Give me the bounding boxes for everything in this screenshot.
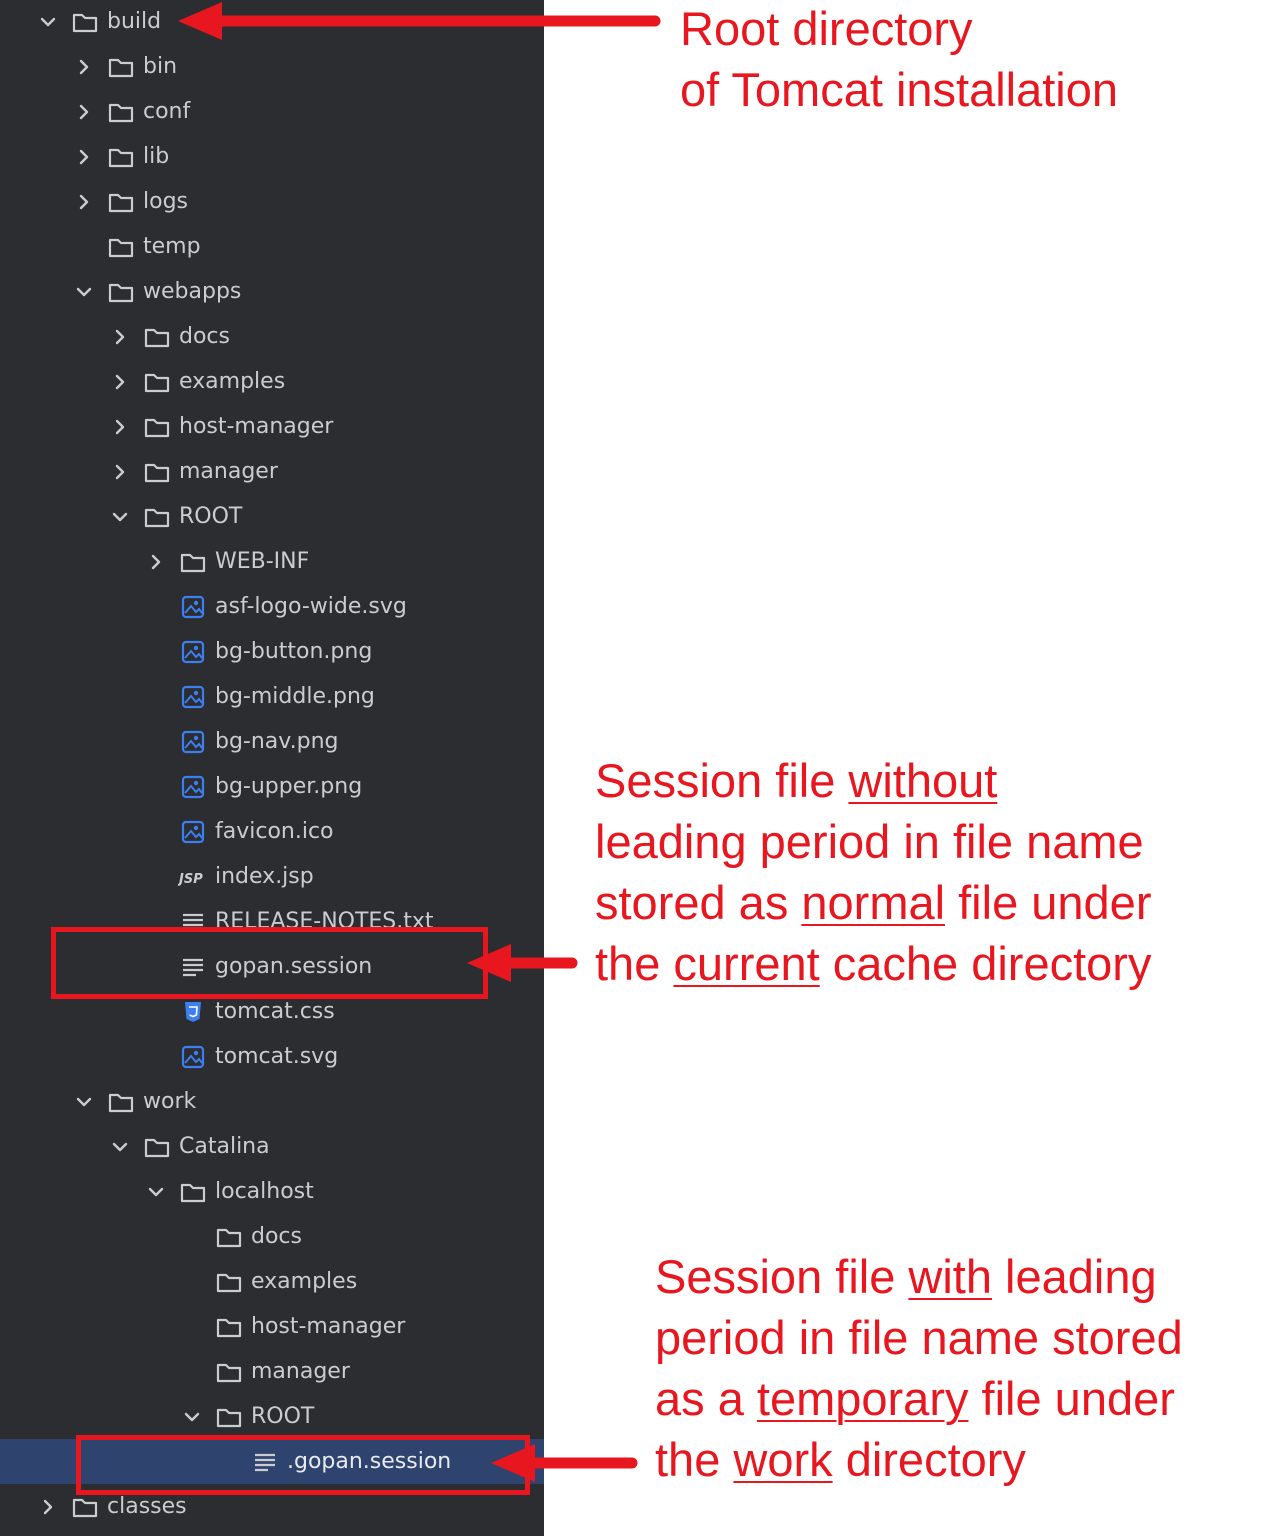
annotation-text: as a [655, 1372, 757, 1425]
arrow-to-dot-gopan-session [491, 1444, 638, 1482]
annotation-text: leading [992, 1250, 1157, 1303]
annotation-emphasis: with [908, 1250, 992, 1303]
annotation-text: Root directory [680, 2, 973, 55]
annotation-text: file under [945, 876, 1152, 929]
annotation-line: leading period in file name [595, 811, 1151, 872]
annotation-emphasis: current [673, 937, 820, 990]
annotation-line: as a temporary file under [655, 1368, 1183, 1429]
annotation-text: the [595, 937, 674, 990]
annotation-line: Root directory [680, 0, 1118, 59]
annotation-line: stored as normal file under [595, 872, 1151, 933]
annotation-emphasis: work [733, 1433, 833, 1486]
annotation-line: period in file name stored [655, 1307, 1183, 1368]
annotation-text: Session file [595, 754, 849, 807]
annotation-text: Session file [655, 1250, 909, 1303]
arrow-to-build [178, 2, 661, 40]
annotation-text: the [655, 1433, 734, 1486]
annotation-emphasis: temporary [756, 1372, 969, 1425]
annotation-text: leading period in file name [595, 815, 1144, 868]
annotation-emphasis: without [848, 754, 998, 807]
annotation-line: the work directory [655, 1429, 1183, 1490]
annotation-line: Session file without [595, 750, 1151, 811]
annotation-line: the current cache directory [595, 933, 1151, 994]
annotation-line: of Tomcat installation [680, 59, 1118, 120]
annotation-text: file under [968, 1372, 1175, 1425]
annotation-text: period in file name stored [655, 1311, 1183, 1364]
annotation-text: directory [832, 1433, 1026, 1486]
annotation-text: stored as [595, 876, 802, 929]
annotation-normal-session-file: Session file without leading period in fi… [595, 750, 1151, 994]
annotation-temporary-session-file: Session file with leading period in file … [655, 1246, 1183, 1490]
annotation-text: of Tomcat installation [680, 63, 1119, 116]
annotation-line: Session file with leading [655, 1246, 1183, 1307]
arrow-to-gopan-session [467, 944, 578, 982]
annotation-text: cache directory [819, 937, 1152, 990]
annotation-root-directory: Root directory of Tomcat installation [680, 0, 1118, 120]
annotation-emphasis: normal [801, 876, 946, 929]
